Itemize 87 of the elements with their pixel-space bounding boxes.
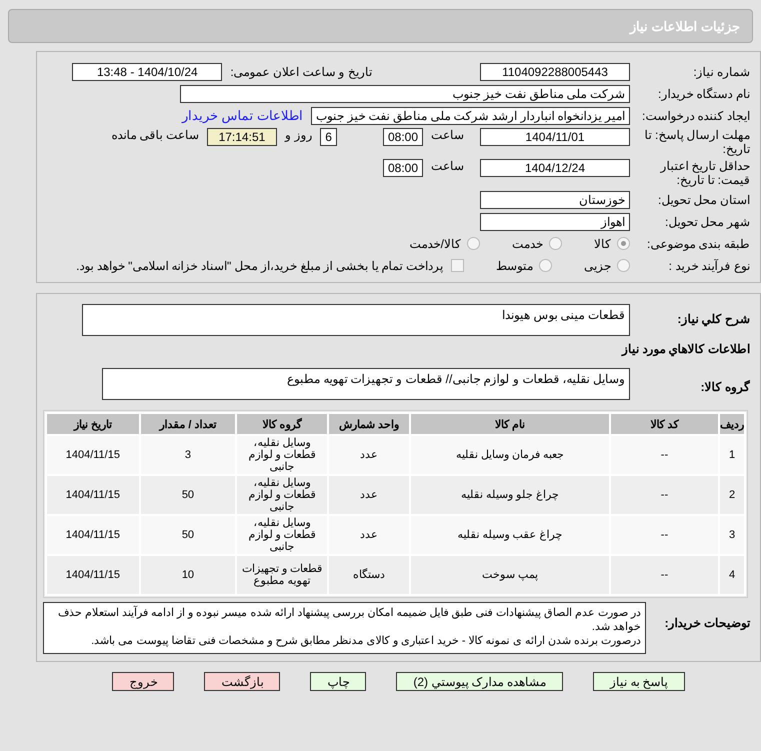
field-label: مهلت ارسال پاسخ: تا تاریخ: — [644, 128, 750, 156]
table-cell: 1404/11/15 — [47, 476, 139, 514]
goods-group-field: وسایل نقلیه، قطعات و لوازم جانبی// قطعات و تجهیزات تهویه مطبوع — [102, 368, 630, 400]
table-cell: 3 — [720, 516, 744, 554]
note-text: در صورت عدم الصاق پیشنهادات فنی طبق فایل ضمیمه امکان بررسی پیشنهاد ارائه شده میسر نبوده و از ادامه فرآیند استعلام حذف خواهد شد. — [56, 606, 641, 634]
field-label: شماره نیاز: — [692, 64, 750, 78]
table-cell: قطعات و تجهیزات تهویه مطبوع — [237, 556, 327, 594]
table-cell: جعبه فرمان وسایل نقلیه — [410, 436, 609, 474]
days-field: 6 — [320, 128, 337, 146]
table-cell: پمپ سوخت — [410, 556, 609, 594]
field-label: روز و — [284, 128, 312, 142]
column-header: تاریخ نیاز — [47, 414, 139, 434]
column-header: تعداد / مقدار — [140, 414, 236, 434]
table-cell: 4 — [720, 556, 744, 594]
remaining-time-field: 17:14:51 — [206, 128, 277, 146]
field-label: استان محل تحویل: — [656, 192, 750, 206]
action-button[interactable]: مشاهده مدارک پیوستي (2) — [396, 672, 564, 691]
field-label: شرح کلي نياز: — [676, 311, 750, 326]
option-label: متوسط — [496, 258, 533, 272]
table-cell: عدد — [328, 516, 409, 554]
action-button[interactable]: پاسخ به نیاز — [593, 672, 685, 691]
province-field: خوزستان — [480, 190, 630, 208]
table-cell: -- — [610, 556, 718, 594]
field-label: توضیحات خریدار: — [664, 615, 750, 630]
validity-time-field: 08:00 — [382, 159, 423, 177]
field-label: ساعت — [431, 128, 464, 142]
announce-date-field: 1404/10/24 - 13:48 — [72, 62, 222, 80]
column-header: کد کالا — [610, 414, 718, 434]
need-number-field: 1104092288005443 — [480, 62, 630, 80]
table-cell: -- — [610, 476, 718, 514]
table-cell: دستگاه — [328, 556, 409, 594]
contact-link[interactable]: اطلاعات تماس خریدار — [182, 108, 303, 123]
radio-button[interactable] — [539, 259, 552, 272]
field-label: ساعت — [431, 159, 464, 173]
requester-field: امیر یزدانخواه انباردار ارشد شرکت ملی مناطق نفت خیز جنوب — [310, 106, 630, 124]
action-button[interactable]: چاپ — [310, 672, 366, 691]
table-cell: چراغ جلو وسیله نقلیه — [410, 476, 609, 514]
table-cell: 10 — [140, 556, 236, 594]
column-header: نام کالا — [410, 414, 609, 434]
table-cell: چراغ عقب وسیله نقلیه — [410, 516, 609, 554]
field-label: شهر محل تحویل: — [664, 214, 750, 228]
deadline-time-field: 08:00 — [382, 128, 423, 146]
deadline-date-field: 1404/11/01 — [480, 128, 630, 146]
action-button[interactable]: بازگشت — [204, 672, 280, 691]
table-cell: وسایل نقلیه، قطعات و لوازم جانبی — [237, 516, 327, 554]
city-field: اهواز — [480, 212, 630, 230]
column-header: ردیف — [720, 414, 744, 434]
radio-button[interactable] — [617, 259, 630, 272]
table-cell: 3 — [140, 436, 236, 474]
table-cell: وسایل نقلیه، قطعات و لوازم جانبی — [237, 476, 327, 514]
checkbox[interactable] — [451, 259, 464, 272]
action-button[interactable]: خروج — [112, 672, 174, 691]
field-label: نام دستگاه خریدار: — [656, 86, 750, 100]
table-cell: 1404/11/15 — [47, 556, 139, 594]
checkbox-label: پرداخت تمام یا بخشی از مبلغ خرید،از محل "اسناد خزانه اسلامی" خواهد بود. — [76, 258, 443, 272]
option-label: خدمت — [512, 236, 543, 250]
table-cell: -- — [610, 436, 718, 474]
column-header: واحد شمارش — [328, 414, 409, 434]
table-cell: 1404/11/15 — [47, 516, 139, 554]
option-label: جزیی — [584, 258, 611, 272]
field-label: تاریخ و ساعت اعلان عمومی: — [230, 64, 372, 78]
radio-button[interactable] — [549, 237, 562, 250]
field-label: گروه کالا: — [700, 379, 750, 394]
table-cell: 1404/11/15 — [47, 436, 139, 474]
radio-button[interactable] — [617, 237, 630, 250]
buyer-field: شرکت ملی مناطق نفت خیز جنوب — [180, 84, 630, 102]
description-field: قطعات مینی بوس هیوندا — [82, 304, 630, 336]
section-title: اطلاعات کالاهاي مورد نياز — [622, 342, 750, 356]
table-cell: -- — [610, 516, 718, 554]
field-label: نوع فرآیند خرید : — [668, 258, 750, 272]
table-cell: 1 — [720, 436, 744, 474]
option-label: کالا — [594, 236, 611, 250]
column-header: گروه کالا — [237, 414, 327, 434]
field-label: طبقه بندی موضوعی: — [646, 236, 750, 250]
option-label: کالا/خدمت — [410, 236, 461, 250]
field-label: ایجاد کننده درخواست: — [640, 108, 750, 122]
table-cell: عدد — [328, 436, 409, 474]
table-cell: 50 — [140, 476, 236, 514]
table-cell: 50 — [140, 516, 236, 554]
field-label: حداقل تاریخ اعتبار قیمت: تا تاریخ: — [659, 159, 750, 187]
field-label: ساعت باقی مانده — [111, 128, 199, 142]
validity-date-field: 1404/12/24 — [480, 159, 630, 177]
note-text: درصورت برنده شدن ارائه ی نمونه کالا - خرید اعتباری و کالای مدنظر مطابق شرح و مشخصات فنی تقاضا پیوست می باشد. — [90, 634, 641, 648]
radio-button[interactable] — [467, 237, 480, 250]
table-cell: عدد — [328, 476, 409, 514]
table-cell: 2 — [720, 476, 744, 514]
table-cell: وسایل نقلیه، قطعات و لوازم جانبی — [237, 436, 327, 474]
